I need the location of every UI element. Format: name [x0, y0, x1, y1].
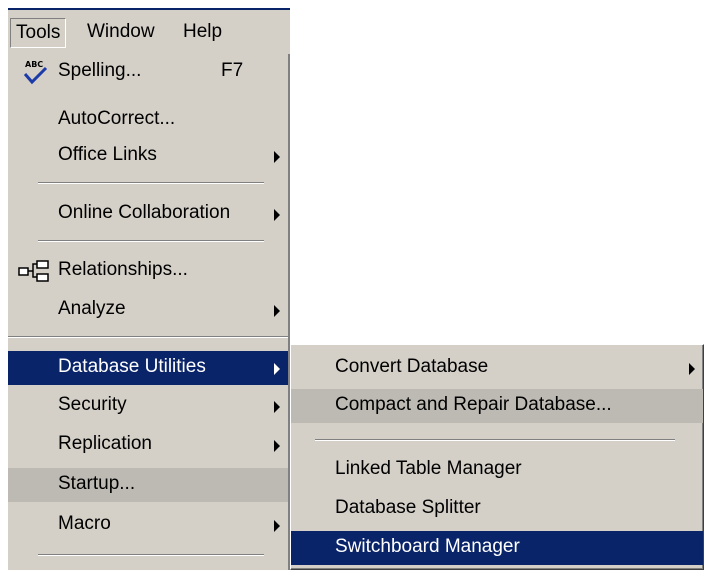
menu-separator — [38, 554, 264, 556]
relationships-icon — [18, 260, 49, 282]
menu-separator — [315, 439, 675, 441]
menu-item-security[interactable]: Security — [8, 389, 288, 423]
submenu-arrow-icon — [274, 440, 280, 452]
menu-separator — [38, 182, 264, 184]
submenu-item-database-splitter[interactable]: Database Splitter — [291, 492, 703, 526]
submenu-item-convert-database[interactable]: Convert Database — [291, 351, 703, 385]
menu-separator — [38, 240, 264, 242]
submenu-arrow-icon — [274, 363, 280, 375]
spelling-abc-check-icon: ABC — [23, 60, 48, 85]
submenu-arrow-icon — [689, 363, 695, 375]
spelling-shortcut: F7 — [221, 60, 244, 81]
menu-item-online-collaboration[interactable]: Online Collaboration — [8, 197, 288, 231]
menu-bar: Tools Window Help — [8, 8, 290, 54]
menu-item-analyze[interactable]: Analyze — [8, 293, 288, 327]
menu-item-spelling[interactable]: ABC Spelling... F7 — [8, 55, 288, 89]
menubar-help[interactable]: Help — [178, 18, 227, 48]
tools-menu: ABC Spelling... F7 AutoCorrect... Office… — [8, 54, 290, 570]
submenu-arrow-icon — [274, 520, 280, 532]
menu-item-database-utilities[interactable]: Database Utilities — [8, 351, 288, 385]
menubar-window[interactable]: Window — [82, 18, 160, 48]
svg-text:ABC: ABC — [25, 60, 43, 69]
menu-item-macro[interactable]: Macro — [8, 508, 288, 542]
database-utilities-submenu: Convert Database Compact and Repair Data… — [290, 344, 704, 570]
submenu-arrow-icon — [274, 305, 280, 317]
menubar-tools[interactable]: Tools — [10, 18, 67, 48]
menu-item-relationships[interactable]: Relationships... — [8, 254, 288, 288]
submenu-item-switchboard-manager[interactable]: Switchboard Manager — [291, 531, 703, 565]
menu-item-office-links[interactable]: Office Links — [8, 139, 288, 173]
menu-item-autocorrect[interactable]: AutoCorrect... — [8, 103, 288, 137]
submenu-item-compact-repair[interactable]: Compact and Repair Database... — [291, 389, 703, 423]
menu-item-replication[interactable]: Replication — [8, 428, 288, 462]
submenu-arrow-icon — [274, 151, 280, 163]
spelling-label: Spelling... — [58, 60, 142, 81]
submenu-arrow-icon — [274, 401, 280, 413]
menu-item-startup[interactable]: Startup... — [8, 468, 288, 502]
submenu-arrow-icon — [274, 209, 280, 221]
submenu-item-linked-table-manager[interactable]: Linked Table Manager — [291, 453, 703, 487]
menu-separator — [8, 336, 288, 338]
